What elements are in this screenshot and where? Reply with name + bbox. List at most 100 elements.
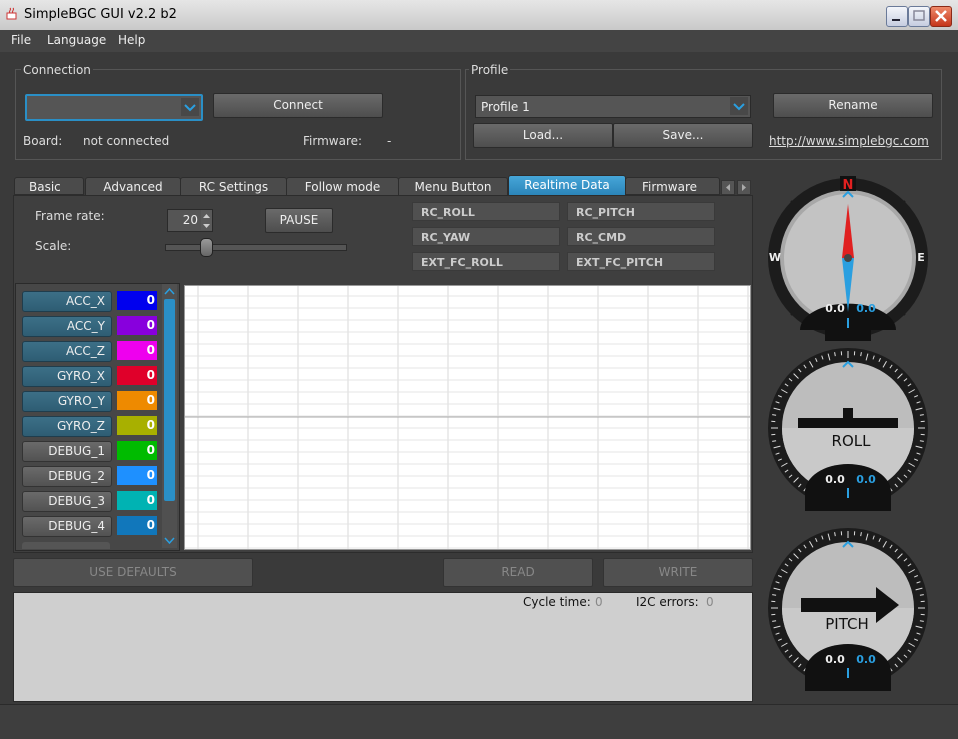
compass-e-label: E (917, 251, 925, 264)
port-dropdown-arrow[interactable] (181, 98, 199, 116)
channel-toggle-debug-1[interactable]: DEBUG_1 (22, 441, 112, 462)
tab-realtime-data[interactable]: Realtime Data (508, 175, 626, 197)
tab-rc-settings[interactable]: RC Settings (180, 177, 287, 197)
channel-scroll-thumb[interactable] (164, 299, 175, 501)
channel-toggle-debug-4[interactable]: DEBUG_4 (22, 516, 112, 537)
connect-button[interactable]: Connect (213, 93, 383, 118)
channel-name: ACC_X (66, 294, 111, 308)
channel-value: 0 (117, 516, 157, 535)
maximize-button[interactable] (908, 6, 930, 27)
channel-name: GYRO_Z (57, 419, 111, 433)
tab-follow-mode[interactable]: Follow mode (286, 177, 399, 197)
channel-value: 0 (117, 441, 157, 460)
compass-value-1: 0.0 (825, 302, 845, 315)
realtime-plot (184, 285, 751, 550)
spinner-up[interactable] (201, 210, 212, 220)
compass-value-2: 0.0 (856, 302, 876, 315)
channel-toggle-gyro-z[interactable]: GYRO_Z (22, 416, 112, 437)
scale-label: Scale: (35, 239, 71, 253)
cycle-time-label: Cycle time: (523, 595, 591, 609)
frame-rate-spinner[interactable]: 20 (167, 209, 213, 232)
channel-partial-row (22, 542, 110, 549)
minimize-icon (887, 7, 907, 26)
channel-name: DEBUG_1 (48, 444, 111, 458)
pitch-value-2: 0.0 (856, 653, 876, 666)
close-button[interactable] (930, 6, 952, 27)
tab-advanced[interactable]: Advanced (85, 177, 181, 197)
channel-value: 0 (117, 416, 157, 435)
rename-button[interactable]: Rename (773, 93, 933, 118)
channel-value-text: 0 (147, 293, 157, 307)
arrow-up-icon (162, 284, 177, 298)
channel-toggle-debug-2[interactable]: DEBUG_2 (22, 466, 112, 487)
channel-scrollbar[interactable] (162, 284, 177, 548)
read-button[interactable]: READ (443, 558, 593, 587)
arrow-right-icon (738, 181, 750, 194)
menu-help[interactable]: Help (118, 33, 145, 47)
menu-language[interactable]: Language (47, 33, 106, 47)
bottom-strip (0, 704, 958, 739)
pitch-label: PITCH (825, 615, 869, 633)
board-label: Board: (23, 134, 62, 148)
compass-gauge: N W E 0.0 0.0 (765, 175, 931, 341)
menu-bar: File Language Help (0, 30, 958, 52)
tab-firmware-upgrade[interactable]: Firmware u... (625, 177, 720, 195)
pitch-gauge: PITCH 0.0 0.0 (765, 525, 931, 691)
roll-label: ROLL (832, 432, 872, 450)
channel-name: GYRO_Y (58, 394, 111, 408)
rc-roll-button[interactable]: RC_ROLL (412, 202, 560, 221)
chevron-down-icon (181, 98, 199, 116)
channel-toggle-acc-x[interactable]: ACC_X (22, 291, 112, 312)
board-value: not connected (83, 134, 169, 148)
tab-basic[interactable]: Basic (14, 177, 84, 195)
channel-toggle-acc-z[interactable]: ACC_Z (22, 341, 112, 362)
load-button[interactable]: Load... (473, 123, 613, 148)
rc-pitch-button[interactable]: RC_PITCH (567, 202, 715, 221)
tab-menu-button[interactable]: Menu Button (398, 177, 508, 197)
pause-button[interactable]: PAUSE (265, 208, 333, 233)
channel-value-text: 0 (147, 343, 157, 357)
channel-value-text: 0 (147, 443, 157, 457)
channel-toggle-acc-y[interactable]: ACC_Y (22, 316, 112, 337)
tab-scroll-left[interactable] (721, 180, 735, 195)
close-icon (931, 7, 951, 26)
save-button[interactable]: Save... (613, 123, 753, 148)
website-link[interactable]: http://www.simplebgc.com (769, 134, 929, 148)
firmware-value: - (387, 134, 391, 148)
roll-value-2: 0.0 (856, 473, 876, 486)
channel-value-text: 0 (147, 418, 157, 432)
title-bar: SimpleBGC GUI v2.2 b2 (0, 0, 958, 31)
port-select[interactable] (25, 94, 203, 121)
scale-slider-track[interactable] (165, 244, 347, 251)
ext-fc-roll-button[interactable]: EXT_FC_ROLL (412, 252, 560, 271)
minimize-button[interactable] (886, 6, 908, 27)
ext-fc-pitch-button[interactable]: EXT_FC_PITCH (567, 252, 715, 271)
channel-value: 0 (117, 391, 157, 410)
window-title: SimpleBGC GUI v2.2 b2 (24, 7, 177, 22)
profile-dropdown-arrow[interactable] (730, 97, 748, 115)
channel-toggle-gyro-x[interactable]: GYRO_X (22, 366, 112, 387)
tab-scroll-right[interactable] (737, 180, 751, 195)
spinner-down[interactable] (201, 220, 212, 230)
profile-select[interactable]: Profile 1 (475, 95, 751, 118)
write-button[interactable]: WRITE (603, 558, 753, 587)
channel-toggle-gyro-y[interactable]: GYRO_Y (22, 391, 112, 412)
use-defaults-button[interactable]: USE DEFAULTS (13, 558, 253, 587)
rc-yaw-button[interactable]: RC_YAW (412, 227, 560, 246)
roll-gauge: ROLL 0.0 0.0 (765, 345, 931, 511)
arrow-down-icon (162, 534, 177, 548)
scale-slider-thumb[interactable] (200, 238, 213, 257)
channel-value-text: 0 (147, 493, 157, 507)
chevron-down-icon (730, 97, 748, 115)
arrow-down-icon (201, 221, 212, 231)
rc-cmd-button[interactable]: RC_CMD (567, 227, 715, 246)
channel-toggle-debug-3[interactable]: DEBUG_3 (22, 491, 112, 512)
arrow-left-icon (722, 181, 734, 194)
channel-value: 0 (117, 466, 157, 485)
channel-name: DEBUG_4 (48, 519, 111, 533)
firmware-label: Firmware: (303, 134, 362, 148)
roll-value-1: 0.0 (825, 473, 845, 486)
i2c-errors-value: 0 (706, 595, 714, 609)
channel-value: 0 (117, 291, 157, 310)
menu-file[interactable]: File (11, 33, 31, 47)
